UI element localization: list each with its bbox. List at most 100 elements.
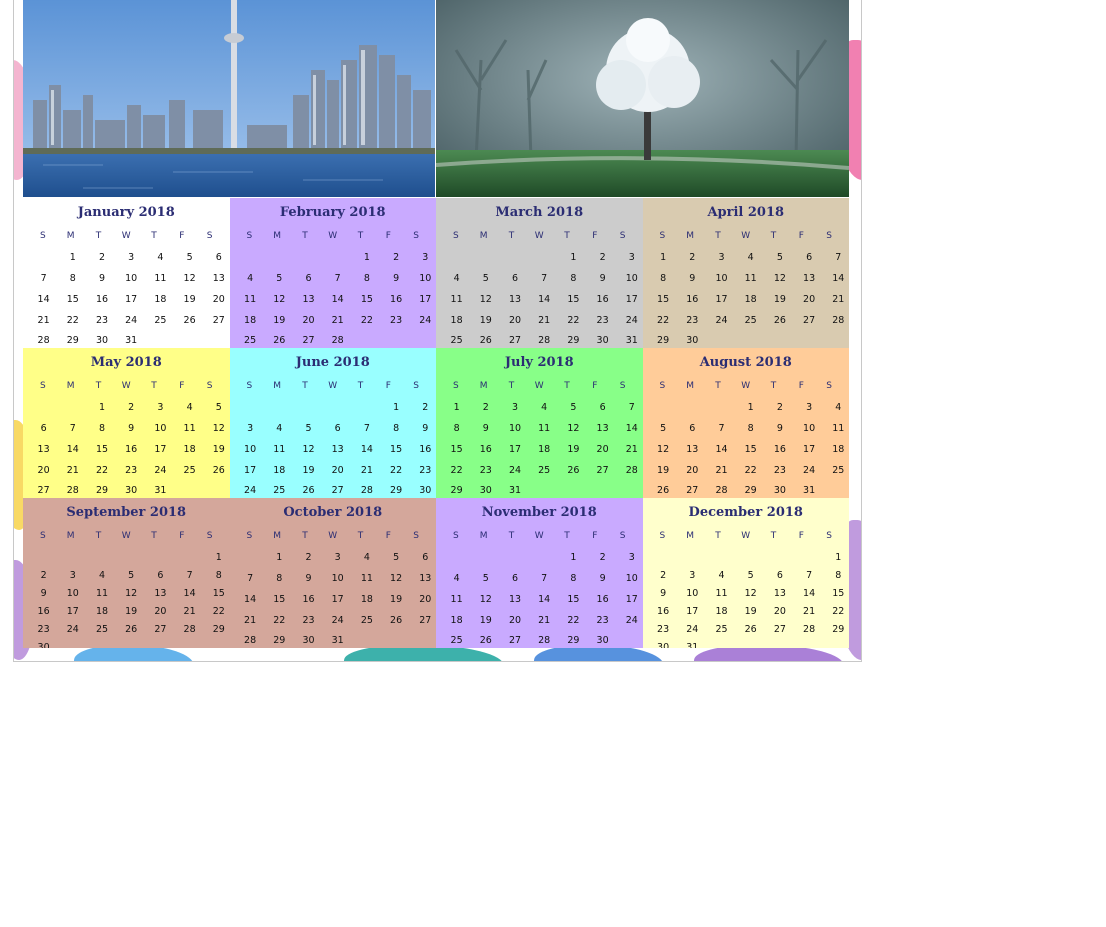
day-cell: 12 — [567, 423, 580, 434]
weekday-header: SMTWTFS — [236, 381, 431, 391]
day-cell: 29 — [657, 335, 670, 346]
day-cell: 30 — [686, 335, 699, 346]
day-cell: 11 — [95, 588, 109, 599]
day-cell: 4 — [453, 273, 460, 284]
day-cell: 11 — [244, 294, 257, 305]
day-cell: 12 — [125, 588, 138, 599]
day-cell: 30 — [125, 485, 138, 496]
day-cell: 1 — [660, 252, 667, 263]
weekday-label: S — [206, 231, 213, 241]
weekday-label: T — [95, 531, 102, 541]
day-cell: 7 — [40, 273, 47, 284]
day-cell: 23 — [95, 315, 109, 326]
day-cell: 30 — [596, 635, 609, 646]
weekday-label: T — [715, 531, 721, 541]
day-cell: 12 — [273, 294, 286, 305]
day-cell: 3 — [69, 570, 76, 581]
weekday-label: M — [686, 531, 695, 541]
day-cell: 21 — [66, 465, 79, 476]
day-cell: 21 — [538, 315, 551, 326]
weekday-label: T — [508, 231, 515, 241]
weekday-label: T — [715, 381, 721, 391]
weekday-label: F — [179, 381, 185, 391]
day-cell: 1 — [393, 402, 400, 413]
day-cell: 13 — [508, 294, 522, 305]
day-cell: 16 — [479, 444, 492, 455]
day-cell: 13 — [37, 444, 50, 455]
month-title: May 2018 — [90, 355, 162, 370]
day-cell: 17 — [125, 294, 138, 305]
day-cell: 2 — [599, 252, 606, 263]
weekday-label: S — [826, 531, 832, 541]
month-block: April 2018 S M T W T F S 1 2 3 4 5 6 7 8 9 10 11 12 13 14 15 16… — [642, 198, 849, 348]
day-cell: 14 — [244, 594, 257, 605]
day-cell: 8 — [660, 273, 667, 284]
day-cell: 23 — [773, 465, 786, 476]
month-title: June 2018 — [295, 355, 370, 370]
day-cell: 13 — [212, 273, 225, 284]
day-cell: 18 — [450, 315, 463, 326]
day-cell: 4 — [186, 402, 193, 413]
day-cell: 15 — [744, 444, 757, 455]
day-cell: 17 — [244, 465, 257, 476]
weekday-label: M — [273, 381, 282, 391]
day-cell: 14 — [538, 594, 551, 605]
day-cell: 7 — [835, 252, 842, 263]
day-cell: 26 — [744, 624, 757, 635]
day-cell: 18 — [832, 444, 845, 455]
day-cell: 9 — [393, 273, 400, 284]
day-cell: 19 — [744, 606, 757, 617]
month-block: May 2018 S M T W T F S 1 2 3 4 5 6 7 8 9 10 11 12 13 14 15 16 17… — [23, 348, 230, 498]
month-title: March 2018 — [495, 205, 584, 220]
day-cell: 10 — [715, 273, 728, 284]
day-cell: 4 — [747, 252, 754, 263]
weekday-label: S — [413, 231, 419, 241]
day-cell: 30 — [95, 335, 109, 346]
day-cell: 2 — [305, 552, 312, 563]
day-cell: 30 — [37, 642, 50, 648]
weekday-label: T — [357, 381, 364, 391]
day-cell: 30 — [596, 335, 609, 346]
day-cell: 29 — [450, 485, 463, 496]
weekday-label: W — [121, 531, 131, 541]
day-cell: 22 — [273, 615, 286, 626]
day-cell: 16 — [390, 294, 403, 305]
month-title: July 2018 — [504, 355, 574, 370]
day-cell: 26 — [273, 335, 286, 346]
day-cell: 20 — [596, 444, 609, 455]
day-cell: 2 — [482, 402, 489, 413]
day-cell: 10 — [508, 423, 522, 434]
weekday-label: W — [328, 531, 338, 541]
day-cell: 7 — [806, 570, 813, 581]
day-cell: 22 — [390, 465, 403, 476]
day-cell: 20 — [419, 594, 432, 605]
day-cell: 25 — [538, 465, 551, 476]
weekday-header: SMTWTFS — [29, 231, 224, 241]
day-cell: 13 — [686, 444, 699, 455]
weekday-label: M — [479, 531, 488, 541]
day-cell: 14 — [37, 294, 50, 305]
day-cell: 4 — [718, 570, 725, 581]
weekday-label: W — [121, 381, 131, 391]
day-cell: 12 — [212, 423, 225, 434]
day-cell: 6 — [40, 423, 47, 434]
month-title: February 2018 — [279, 205, 386, 220]
weekday-label: M — [479, 231, 488, 241]
day-cell: 31 — [508, 485, 522, 496]
day-cell: 18 — [154, 294, 167, 305]
day-cell: 10 — [686, 588, 699, 599]
day-cell: 22 — [657, 315, 670, 326]
day-cell: 5 — [215, 402, 222, 413]
weekday-header: SMTWTFS — [442, 231, 637, 241]
city-skyline-photo — [23, 0, 435, 197]
day-cell: 22 — [567, 315, 580, 326]
day-cell: 29 — [567, 335, 580, 346]
day-cell: 9 — [422, 423, 429, 434]
day-cell: 10 — [154, 423, 167, 434]
weekday-label: T — [715, 231, 721, 241]
day-cell: 11 — [183, 423, 196, 434]
day-cell: 2 — [660, 570, 667, 581]
weekday-label: M — [479, 381, 488, 391]
weekday-label: M — [66, 531, 75, 541]
weekday-header: SMTWTFS — [442, 381, 637, 391]
